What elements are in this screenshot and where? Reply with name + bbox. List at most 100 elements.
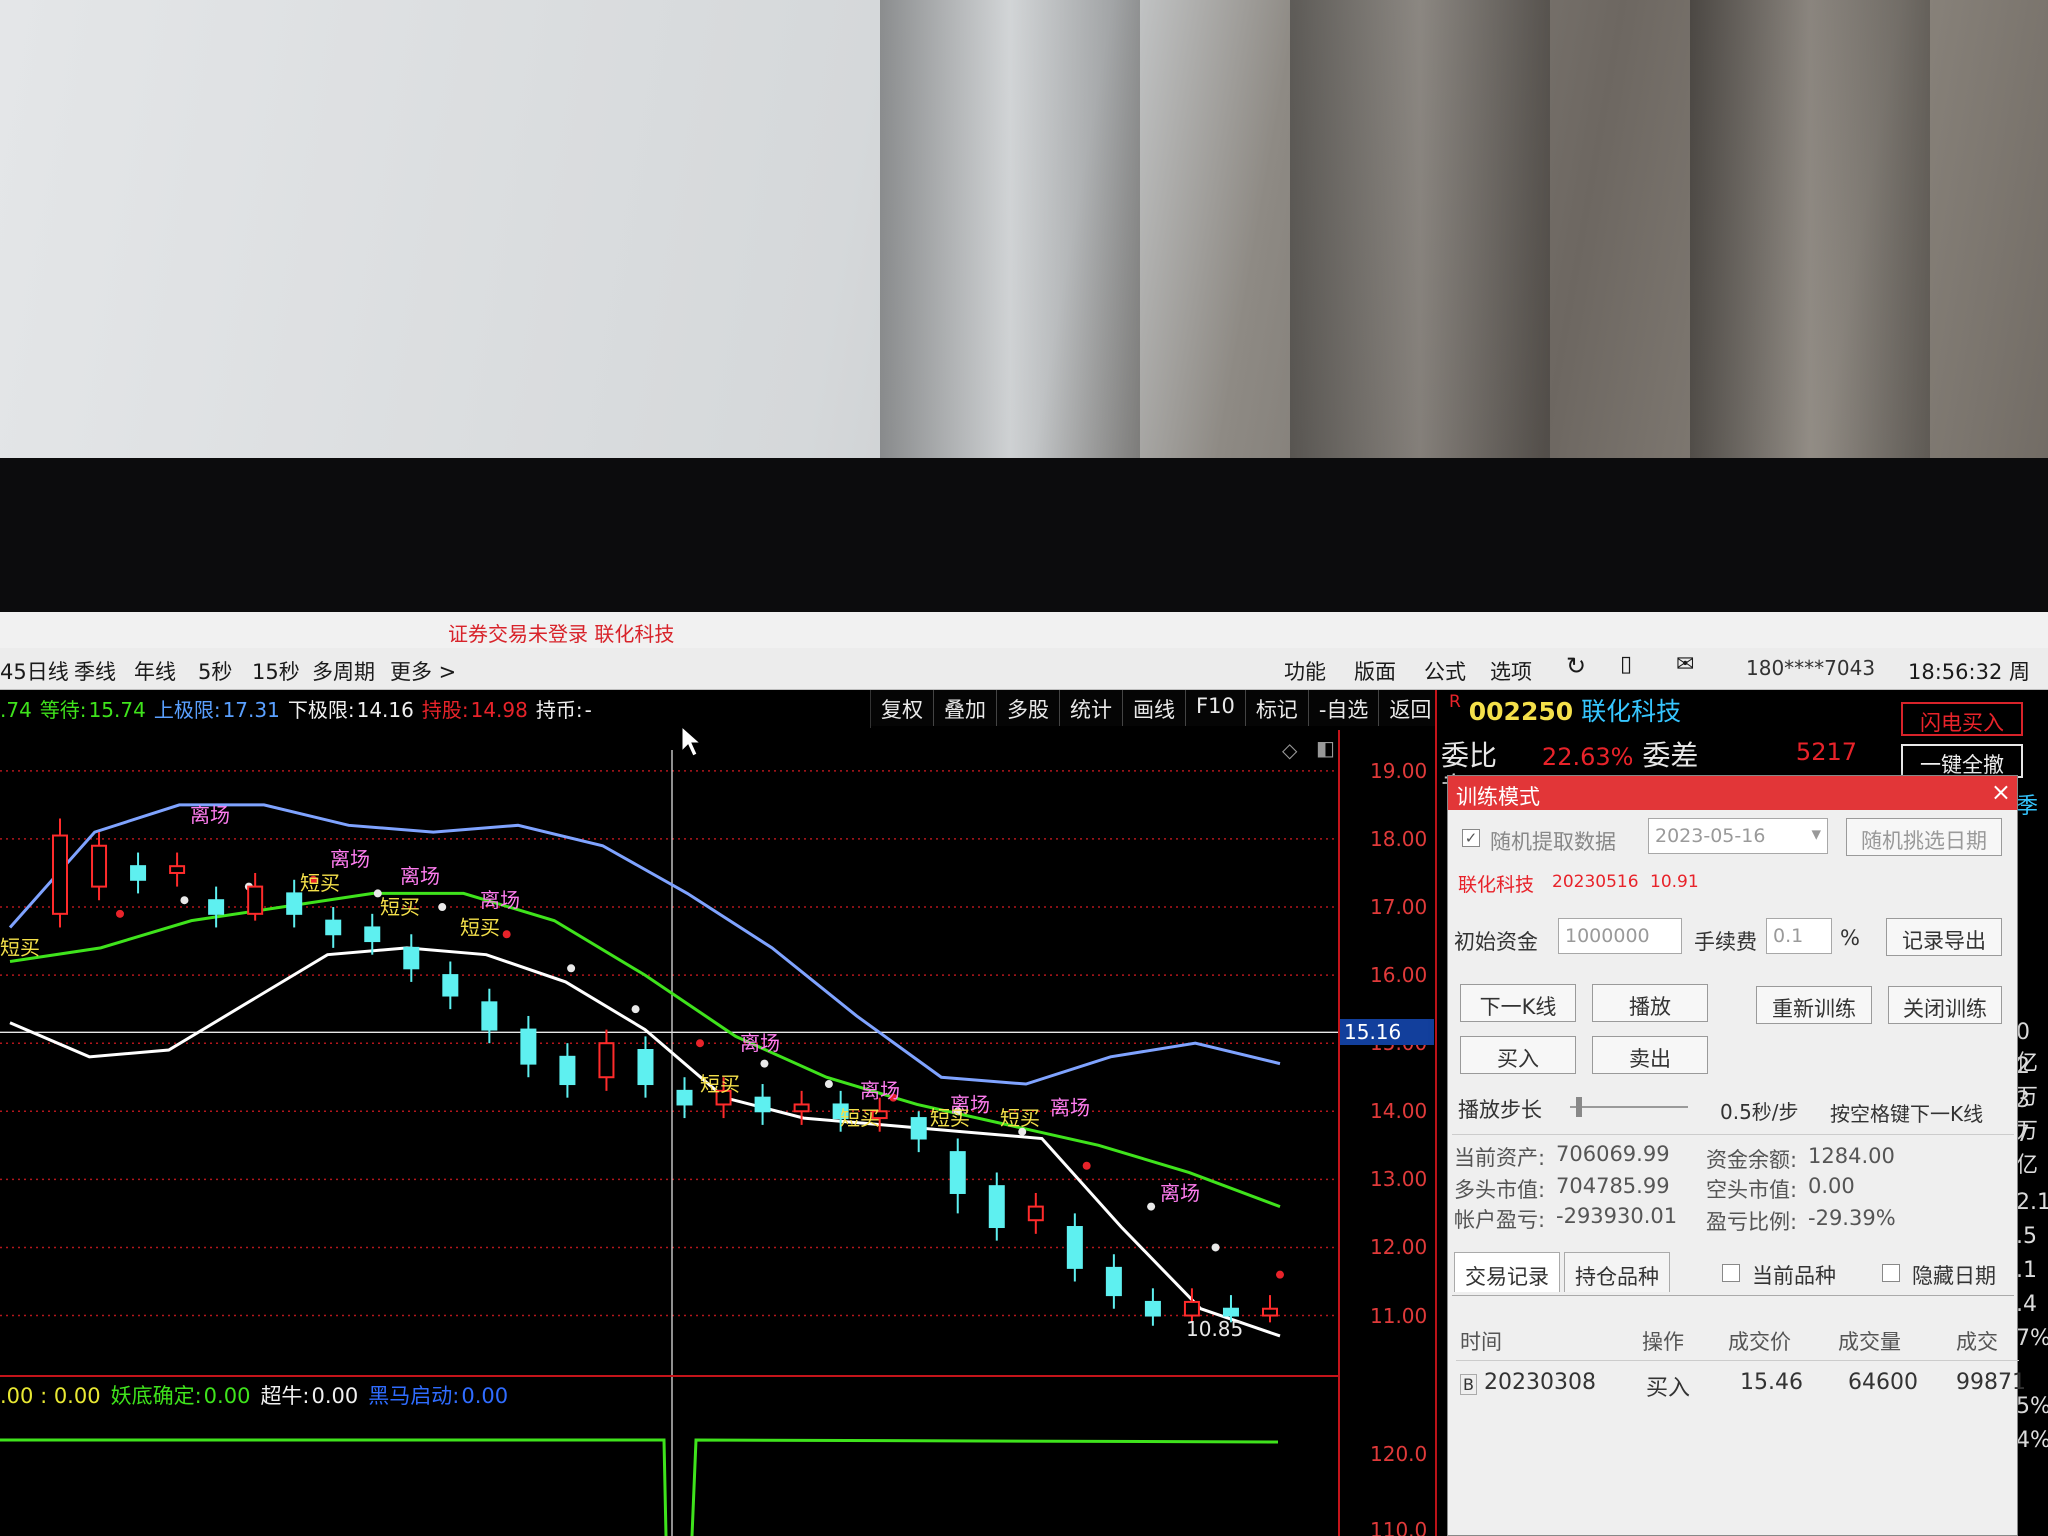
y-tick: 16.00 xyxy=(1370,963,1428,988)
hide-date-checkbox[interactable] xyxy=(1882,1264,1900,1282)
tab-trade-records[interactable]: 交易记录 xyxy=(1454,1252,1560,1292)
close-icon[interactable]: × xyxy=(1991,778,2011,806)
retrain-button[interactable]: 重新训练 xyxy=(1756,986,1872,1024)
toolbar-stats[interactable]: 统计 xyxy=(1060,690,1123,726)
period-tab-15s[interactable]: 15秒 xyxy=(252,656,300,686)
menu-formula[interactable]: 公式 xyxy=(1424,656,1466,686)
toolbar-watchlist[interactable]: -自选 xyxy=(1308,690,1380,726)
slider-thumb[interactable] xyxy=(1575,1097,1582,1117)
period-tab-year[interactable]: 年线 xyxy=(134,656,176,686)
candle-body xyxy=(1222,1307,1239,1317)
toolbar-back[interactable]: 返回 xyxy=(1379,690,1443,726)
mouse-cursor-icon xyxy=(681,725,702,757)
toolbar-draw[interactable]: 画线 xyxy=(1123,690,1186,726)
col-op[interactable]: 操作 xyxy=(1642,1326,1684,1356)
y-tick: 11.00 xyxy=(1370,1303,1428,1328)
candle-body xyxy=(130,865,147,881)
candle-body xyxy=(325,919,342,936)
menu-function[interactable]: 功能 xyxy=(1284,656,1326,686)
y-tick: 18.00 xyxy=(1370,826,1428,851)
random-label: 随机提取数据 xyxy=(1490,830,1616,854)
wait-label: 等待: xyxy=(39,698,87,722)
diamond-icon[interactable]: ◇ xyxy=(1282,738,1297,762)
status-price: 10.91 xyxy=(1650,872,1699,892)
stop-dot xyxy=(502,930,511,939)
candle-body xyxy=(403,946,420,970)
exit-signal-label: 离场 xyxy=(1050,1096,1090,1120)
date-select[interactable]: 2023-05-16 ▾ xyxy=(1648,818,1828,854)
next-kline-button[interactable]: 下一K线 xyxy=(1460,984,1576,1022)
hint-text: 按空格键下一K线 xyxy=(1830,1102,1984,1126)
record-tabs: 交易记录 持仓品种 当前品种 隐藏日期 xyxy=(1452,1252,2014,1296)
flash-buy-button[interactable]: 闪电买入 xyxy=(1901,702,2023,736)
pl-label: 帐户盈亏: xyxy=(1454,1208,1546,1232)
fee-input[interactable]: 0.1 xyxy=(1766,918,1832,954)
chao-value: 0.00 xyxy=(311,1384,359,1408)
yao-value: 0.00 xyxy=(203,1384,251,1408)
random-date-button[interactable]: 随机挑选日期 xyxy=(1846,818,2002,856)
indicator-series-line xyxy=(0,1438,1279,1536)
kline-chart-area[interactable]: 离场 离场 离场 离场 离场 离场 离场 离场 离场 短买 短买 短买 短买 短买 短买 短买 短买 10.85 … xyxy=(0,690,1443,1536)
step-slider[interactable] xyxy=(1570,1097,1688,1117)
stop-dot xyxy=(180,896,189,905)
edge-text: 5% xyxy=(2016,1394,2048,1419)
step-label: 播放步长 xyxy=(1458,1098,1542,1122)
edge-text: 7亿 xyxy=(2016,1122,2039,1178)
candle-body xyxy=(1027,1205,1044,1222)
export-button[interactable]: 记录导出 xyxy=(1886,918,2002,956)
candle-body xyxy=(949,1151,966,1194)
candle-body xyxy=(481,1001,498,1031)
hei-label: 黑马启动: xyxy=(368,1384,460,1408)
period-tab-more[interactable]: 更多 > xyxy=(390,656,456,686)
buy-signal-label: 短买 xyxy=(380,895,420,919)
candle-body xyxy=(754,1096,771,1113)
cancel-all-button[interactable]: 一键全撤 xyxy=(1901,744,2023,778)
init-input[interactable]: 1000000 xyxy=(1558,918,1682,954)
edge-text: .4 xyxy=(2016,1292,2037,1317)
curtain-fold xyxy=(880,0,1140,520)
candle-body xyxy=(910,1117,927,1140)
period-tab-season[interactable]: 季线 xyxy=(74,656,116,686)
hei-value: 0.00 xyxy=(461,1384,509,1408)
mail-icon[interactable]: ✉ xyxy=(1676,652,1694,677)
stock-code: 002250 xyxy=(1468,697,1574,726)
menu-bar: 45日线 季线 年线 5秒 15秒 多周期 更多 > 功能 版面 公式 选项 ↻… xyxy=(0,648,2048,714)
period-tab-45day[interactable]: 45日线 xyxy=(0,656,69,686)
col-qty[interactable]: 成交量 xyxy=(1838,1326,1901,1356)
monitor-screen: 证券交易未登录 联化科技 45日线 季线 年线 5秒 15秒 多周期 更多 > … xyxy=(0,612,2048,1536)
period-tab-5s[interactable]: 5秒 xyxy=(198,656,232,686)
panel-toggle-icon[interactable]: ◧ xyxy=(1316,736,1335,760)
toolbar-multi[interactable]: 多股 xyxy=(997,690,1060,726)
refresh-icon[interactable]: ↻ xyxy=(1566,652,1586,680)
tab-positions[interactable]: 持仓品种 xyxy=(1564,1252,1670,1292)
buy-button[interactable]: 买入 xyxy=(1460,1036,1576,1074)
col-time[interactable]: 时间 xyxy=(1460,1326,1502,1356)
candle-body xyxy=(637,1049,654,1086)
toolbar-mark[interactable]: 标记 xyxy=(1245,690,1309,726)
current-only-checkbox[interactable] xyxy=(1722,1264,1740,1282)
menu-layout[interactable]: 版面 xyxy=(1354,656,1396,686)
candle-body xyxy=(1066,1226,1083,1269)
candle-body xyxy=(1262,1307,1278,1317)
candle-body xyxy=(559,1055,576,1086)
col-amount[interactable]: 成交 xyxy=(1956,1326,1998,1356)
table-header-divider xyxy=(1456,1360,2019,1361)
toolbar-rights[interactable]: 复权 xyxy=(871,690,934,726)
menu-options[interactable]: 选项 xyxy=(1490,656,1532,686)
play-button[interactable]: 播放 xyxy=(1592,984,1708,1022)
random-checkbox[interactable]: ✓ xyxy=(1462,829,1480,847)
phone-icon[interactable]: ▯ xyxy=(1620,652,1632,677)
toolbar-overlay[interactable]: 叠加 xyxy=(934,690,997,726)
toolbar-f10[interactable]: F10 xyxy=(1186,690,1246,726)
sell-button[interactable]: 卖出 xyxy=(1592,1036,1708,1074)
y-tick: 12.00 xyxy=(1370,1235,1428,1260)
row-price: 15.46 xyxy=(1740,1370,1803,1395)
chevron-down-icon: ▾ xyxy=(1811,823,1821,845)
col-price[interactable]: 成交价 xyxy=(1728,1326,1791,1356)
edge-text: .1 xyxy=(2016,1258,2037,1283)
row-op: 买入 xyxy=(1646,1376,1691,1401)
close-training-button[interactable]: 关闭训练 xyxy=(1888,986,2002,1024)
candle-body xyxy=(988,1185,1005,1229)
ratio-label: 盈亏比例: xyxy=(1706,1210,1798,1234)
period-tab-multi[interactable]: 多周期 xyxy=(312,656,375,686)
